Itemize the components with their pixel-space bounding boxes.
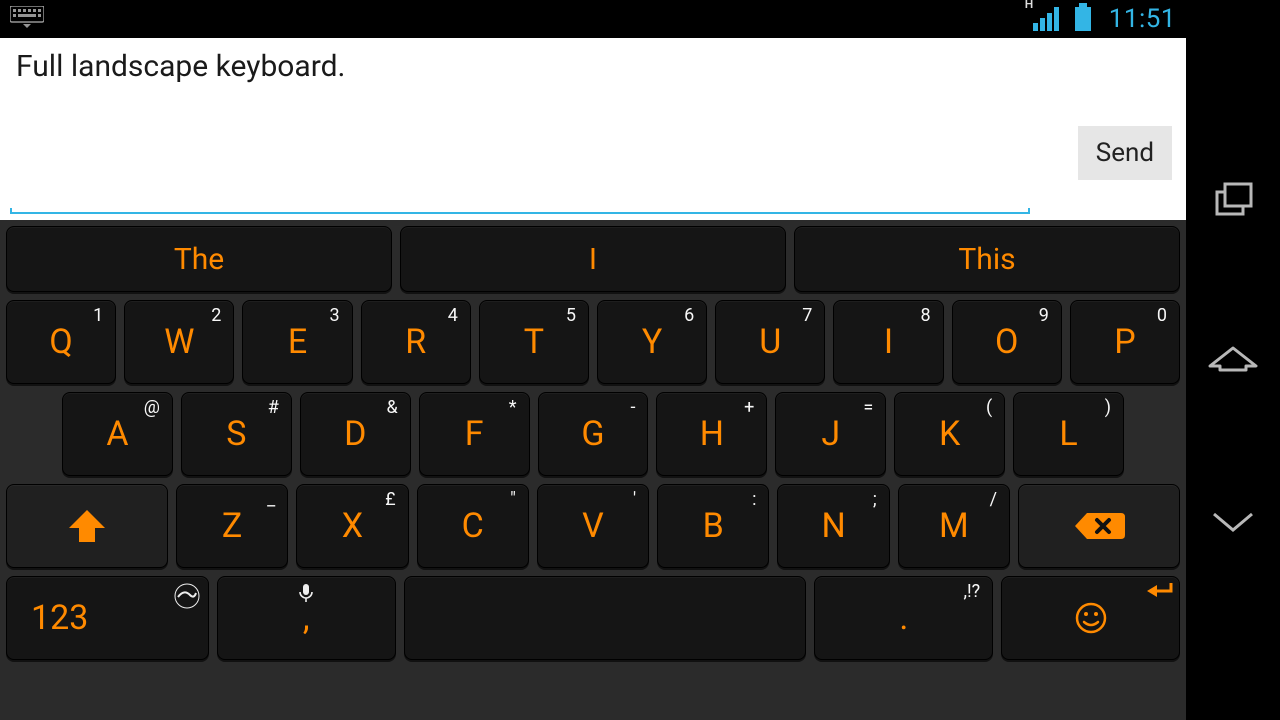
suggestion-2[interactable]: This: [794, 226, 1180, 292]
send-button[interactable]: Send: [1078, 126, 1172, 180]
key-u[interactable]: U7: [715, 300, 825, 384]
suggestion-0[interactable]: The: [6, 226, 392, 292]
signal-icon: H: [1033, 7, 1067, 31]
battery-icon: [1075, 7, 1091, 31]
screen: H 11:51 Full landscape keyboard. Send Th…: [0, 0, 1186, 720]
emoji-enter-key[interactable]: [1001, 576, 1180, 660]
soft-keyboard: The I This Q1 W2 E3 R4 T5 Y6 U7 I8 O9 P0…: [0, 220, 1186, 720]
mic-icon: [298, 583, 314, 603]
compose-text[interactable]: Full landscape keyboard.: [16, 48, 1170, 86]
key-p[interactable]: P0: [1070, 300, 1180, 384]
chevron-down-icon: [1208, 508, 1258, 536]
status-icons: H 11:51: [1033, 4, 1176, 34]
comma-key[interactable]: ,: [217, 576, 396, 660]
key-g[interactable]: G-: [538, 392, 649, 476]
home-button[interactable]: [1208, 344, 1258, 388]
key-w[interactable]: W2: [124, 300, 234, 384]
suggestion-1[interactable]: I: [400, 226, 786, 292]
key-h[interactable]: H+: [656, 392, 767, 476]
network-type: H: [1025, 0, 1034, 11]
key-x[interactable]: X£: [296, 484, 408, 568]
enter-icon: [1147, 581, 1173, 601]
system-nav-bar: [1186, 0, 1280, 720]
text-field-underline: [10, 208, 1030, 214]
key-r[interactable]: R4: [361, 300, 471, 384]
key-row-4: 123 , . ,!?: [6, 576, 1180, 660]
key-y[interactable]: Y6: [597, 300, 707, 384]
shift-key[interactable]: [6, 484, 168, 568]
key-o[interactable]: O9: [952, 300, 1062, 384]
key-e[interactable]: E3: [242, 300, 352, 384]
key-v[interactable]: V': [537, 484, 649, 568]
symbols-key[interactable]: 123: [6, 576, 209, 660]
compose-area[interactable]: Full landscape keyboard. Send: [0, 38, 1186, 220]
key-b[interactable]: B:: [657, 484, 769, 568]
backspace-key[interactable]: [1018, 484, 1180, 568]
key-q[interactable]: Q1: [6, 300, 116, 384]
home-icon: [1208, 344, 1258, 384]
key-d[interactable]: D&: [300, 392, 411, 476]
key-f[interactable]: F*: [419, 392, 530, 476]
key-n[interactable]: N;: [777, 484, 889, 568]
shift-icon: [67, 508, 107, 544]
status-clock: 11:51: [1109, 4, 1176, 34]
key-a[interactable]: A@: [62, 392, 173, 476]
key-j[interactable]: J=: [775, 392, 886, 476]
key-l[interactable]: L): [1013, 392, 1124, 476]
swiftkey-logo-icon: [174, 583, 200, 609]
keyboard-indicator-icon: [10, 6, 44, 32]
recent-apps-icon: [1211, 180, 1255, 220]
key-row-3: Z_ X£ C" V' B: N; M/: [6, 484, 1180, 568]
spacebar-key[interactable]: [404, 576, 807, 660]
key-s[interactable]: S#: [181, 392, 292, 476]
status-bar: H 11:51: [0, 0, 1186, 38]
key-i[interactable]: I8: [833, 300, 943, 384]
suggestion-row: The I This: [6, 226, 1180, 292]
key-z[interactable]: Z_: [176, 484, 288, 568]
backspace-icon: [1073, 509, 1125, 543]
device-frame: H 11:51 Full landscape keyboard. Send Th…: [0, 0, 1280, 720]
key-k[interactable]: K(: [894, 392, 1005, 476]
key-row-1: Q1 W2 E3 R4 T5 Y6 U7 I8 O9 P0: [6, 300, 1180, 384]
key-row-2: A@ S# D& F* G- H+ J= K( L): [6, 392, 1180, 476]
key-t[interactable]: T5: [479, 300, 589, 384]
recent-apps-button[interactable]: [1211, 180, 1255, 224]
key-c[interactable]: C": [417, 484, 529, 568]
period-key[interactable]: . ,!?: [814, 576, 993, 660]
smiley-icon: [1073, 600, 1109, 636]
key-m[interactable]: M/: [898, 484, 1010, 568]
keyboard-dismiss-button[interactable]: [1208, 508, 1258, 540]
